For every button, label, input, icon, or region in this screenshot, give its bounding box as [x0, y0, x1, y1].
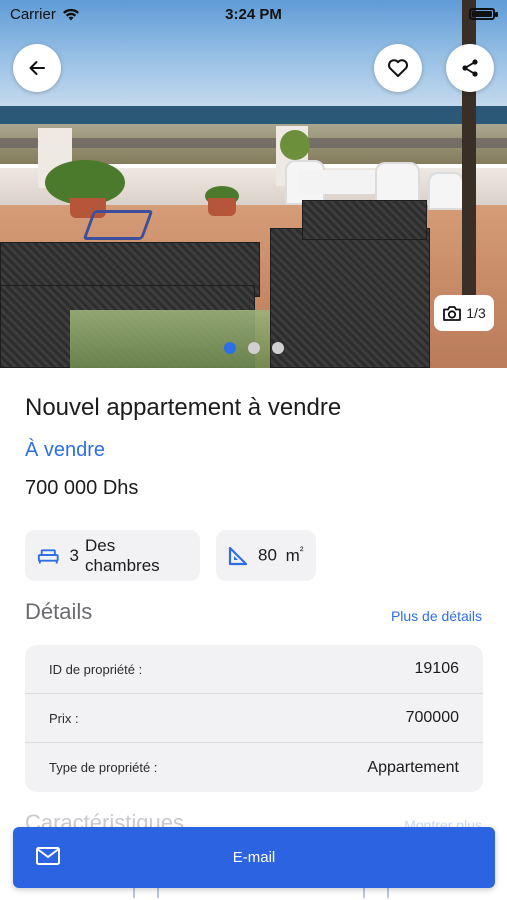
photo-cushion	[70, 310, 270, 368]
arrow-left-icon	[29, 61, 45, 75]
photo-counter[interactable]: 1/3	[434, 295, 494, 331]
slide-dot[interactable]	[271, 342, 284, 354]
details-row-price: Prix : 700000	[25, 694, 483, 743]
details-row-value: Appartement	[367, 758, 459, 776]
details-row-label: ID de propriété :	[49, 661, 143, 677]
area-unit-sup: ²	[299, 545, 304, 558]
photo-plant	[280, 130, 310, 160]
listing-price: 700 000 Dhs	[25, 477, 139, 499]
details-row-type: Type de propriété : Appartement	[25, 743, 483, 792]
share-icon	[462, 59, 478, 77]
photo-railing	[0, 138, 507, 148]
clock: 3:24 PM	[225, 5, 282, 23]
area-number: 80	[258, 545, 277, 565]
details-row-id: ID de propriété : 19106	[25, 645, 483, 694]
bedrooms-label: Des chambres	[85, 535, 160, 575]
status-bar: Carrier 3:24 PM	[0, 0, 507, 28]
more-details-link[interactable]: Plus de détails	[391, 608, 482, 624]
property-photo[interactable]	[0, 0, 507, 368]
listing-title: Nouvel appartement à vendre	[25, 394, 342, 421]
mail-icon	[36, 847, 60, 865]
camera-icon	[443, 305, 462, 321]
details-row-value: 19106	[414, 660, 460, 677]
details-row-value: 700000	[405, 709, 459, 726]
slide-dot[interactable]	[247, 342, 260, 354]
set-square-icon	[228, 546, 248, 565]
email-button-label: E-mail	[232, 849, 276, 866]
share-button[interactable]	[446, 44, 494, 92]
favorite-button[interactable]	[374, 44, 422, 92]
listing-status: À vendre	[25, 439, 106, 461]
photo-chair	[428, 172, 464, 210]
heart-icon	[388, 59, 408, 77]
area-unit: m	[285, 545, 300, 565]
bed-icon	[37, 548, 59, 564]
area-chip: 80 m²	[216, 530, 316, 581]
photo-lounger	[82, 210, 154, 240]
email-button[interactable]: E-mail	[13, 827, 495, 888]
slide-dot-active[interactable]	[223, 342, 236, 354]
photo-chair	[375, 162, 420, 202]
battery-icon	[469, 8, 498, 20]
area-value: 80 m²	[258, 545, 304, 566]
slide-indicator	[0, 342, 507, 354]
photo-sofa	[302, 200, 427, 240]
photo-counter-text: 1/3	[466, 305, 486, 321]
bedrooms-chip: 3 Des chambres	[25, 530, 200, 581]
details-row-label: Prix :	[49, 710, 79, 726]
photo-pot	[208, 198, 236, 216]
details-heading: Détails	[25, 599, 93, 624]
bedrooms-count: 3	[69, 545, 80, 565]
back-button[interactable]	[13, 44, 61, 92]
details-card: ID de propriété : 19106 Prix : 700000 Ty…	[25, 645, 483, 792]
details-row-label: Type de propriété :	[49, 760, 158, 775]
